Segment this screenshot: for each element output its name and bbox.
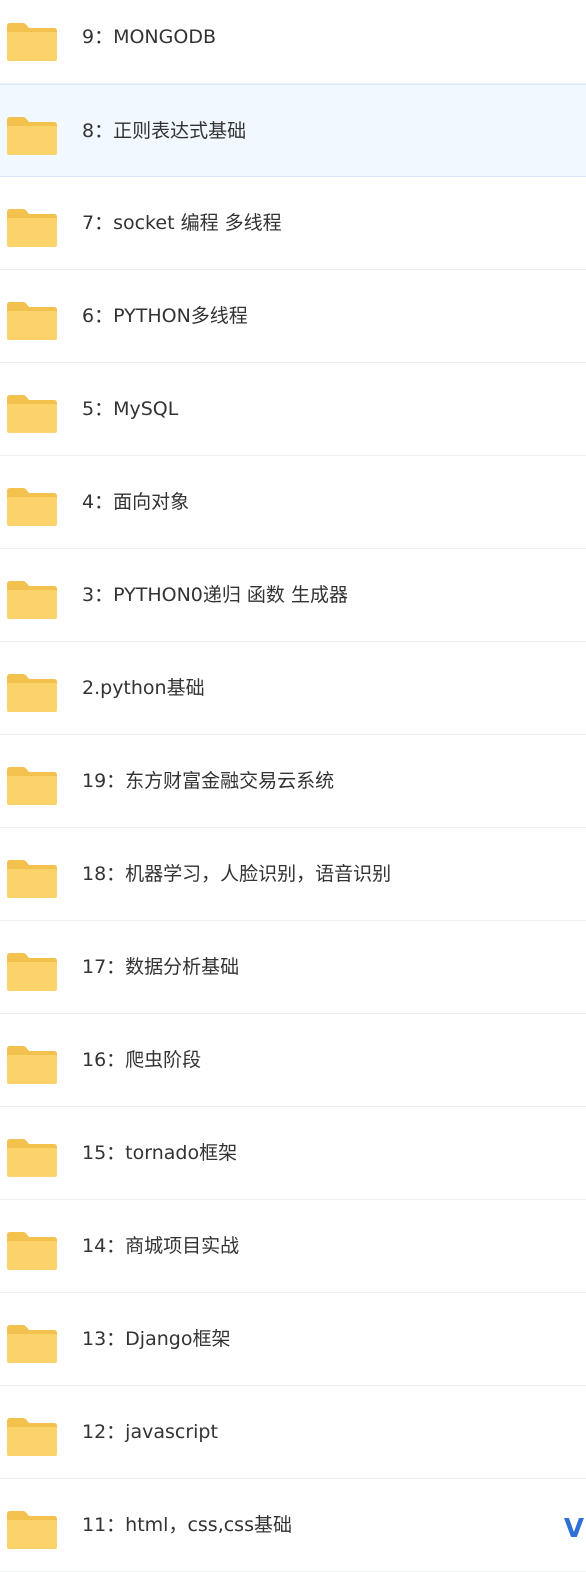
folder-icon — [5, 1417, 59, 1457]
folder-row[interactable]: 5：MySQL — [0, 363, 586, 456]
folder-name[interactable]: 13：Django框架 — [82, 1293, 230, 1386]
folder-name[interactable]: 18：机器学习，人脸识别，语音识别 — [82, 828, 391, 921]
folder-row[interactable]: 9：MONGODB — [0, 0, 586, 84]
folder-row[interactable]: 8：正则表达式基础 — [0, 84, 586, 177]
folder-row[interactable]: 19：东方财富金融交易云系统 — [0, 735, 586, 828]
folder-name[interactable]: 17：数据分析基础 — [82, 921, 239, 1014]
folder-row[interactable]: 16：爬虫阶段 — [0, 1014, 586, 1107]
folder-row[interactable]: 3：PYTHON0递归 函数 生成器 — [0, 549, 586, 642]
folder-icon — [5, 1231, 59, 1271]
folder-name[interactable]: 12：javascript — [82, 1386, 218, 1479]
folder-name[interactable]: 5：MySQL — [82, 363, 178, 456]
folder-name[interactable]: 9：MONGODB — [82, 0, 216, 84]
folder-icon — [5, 1324, 59, 1364]
folder-name[interactable]: 8：正则表达式基础 — [82, 85, 246, 178]
folder-icon — [5, 1510, 59, 1550]
folder-icon — [5, 208, 59, 248]
folder-icon — [5, 301, 59, 341]
folder-icon — [5, 116, 59, 156]
folder-row[interactable]: 17：数据分析基础 — [0, 921, 586, 1014]
folder-row[interactable]: 6：PYTHON多线程 — [0, 270, 586, 363]
folder-name[interactable]: 2.python基础 — [82, 642, 205, 735]
folder-icon — [5, 394, 59, 434]
folder-row[interactable]: 7：socket 编程 多线程 — [0, 177, 586, 270]
folder-row[interactable]: 13：Django框架 — [0, 1293, 586, 1386]
folder-icon — [5, 952, 59, 992]
folder-icon — [5, 859, 59, 899]
watermark-letter: V — [564, 1514, 584, 1544]
folder-row[interactable]: 18：机器学习，人脸识别，语音识别 — [0, 828, 586, 921]
folder-icon — [5, 673, 59, 713]
folder-list: 9：MONGODB 8：正则表达式基础 7：socket 编程 多线程 6：PY… — [0, 0, 586, 1572]
folder-row[interactable]: 11：html，css,css基础 — [0, 1479, 586, 1572]
folder-name[interactable]: 3：PYTHON0递归 函数 生成器 — [82, 549, 348, 642]
folder-name[interactable]: 16：爬虫阶段 — [82, 1014, 201, 1107]
folder-icon — [5, 1138, 59, 1178]
folder-icon — [5, 580, 59, 620]
folder-row[interactable]: 14：商城项目实战 — [0, 1200, 586, 1293]
folder-icon — [5, 487, 59, 527]
folder-row[interactable]: 15：tornado框架 — [0, 1107, 586, 1200]
folder-name[interactable]: 14：商城项目实战 — [82, 1200, 239, 1293]
folder-icon — [5, 22, 59, 62]
folder-name[interactable]: 4：面向对象 — [82, 456, 189, 549]
folder-row[interactable]: 4：面向对象 — [0, 456, 586, 549]
folder-icon — [5, 766, 59, 806]
folder-name[interactable]: 6：PYTHON多线程 — [82, 270, 248, 363]
folder-row[interactable]: 12：javascript — [0, 1386, 586, 1479]
folder-row[interactable]: 2.python基础 — [0, 642, 586, 735]
folder-name[interactable]: 15：tornado框架 — [82, 1107, 237, 1200]
folder-name[interactable]: 11：html，css,css基础 — [82, 1479, 292, 1572]
folder-icon — [5, 1045, 59, 1085]
folder-name[interactable]: 7：socket 编程 多线程 — [82, 177, 282, 270]
folder-name[interactable]: 19：东方财富金融交易云系统 — [82, 735, 334, 828]
